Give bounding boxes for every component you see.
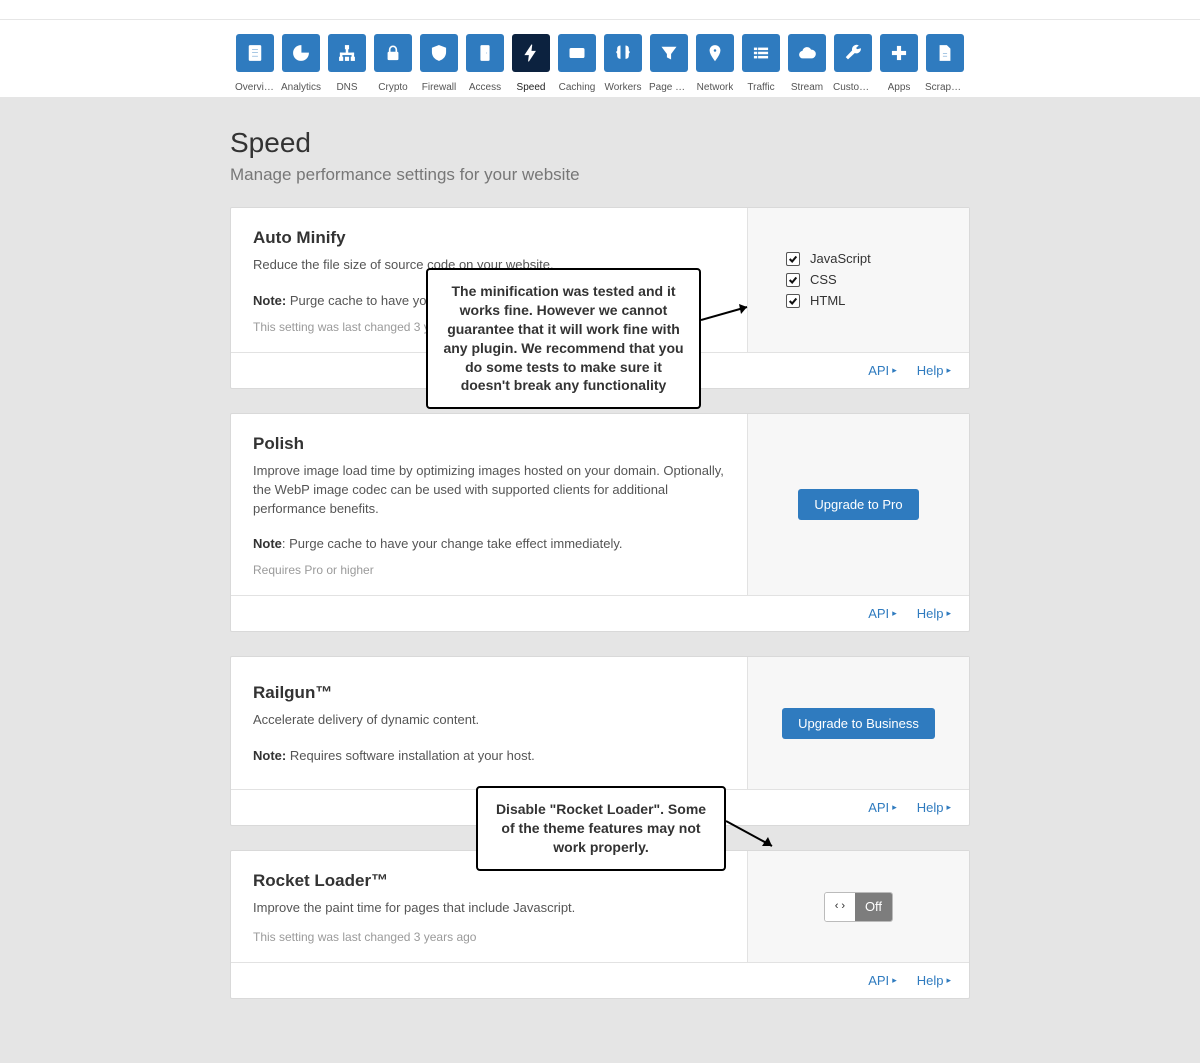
doc-icon[interactable] [926,34,964,72]
nav-item-firewall[interactable]: Firewall [420,34,458,93]
bolt-icon[interactable] [512,34,550,72]
top-bar [0,0,1200,20]
nav-item-overview[interactable]: Overview [236,34,274,93]
shield-icon[interactable] [420,34,458,72]
card-title: Polish [253,434,725,454]
card-footer: API▸ Help▸ [231,595,969,631]
card-title: Rocket Loader™ [253,871,725,891]
wrench-icon[interactable] [834,34,872,72]
pie-icon[interactable] [282,34,320,72]
nav-label: Overview [235,82,275,93]
rocket-loader-toggle[interactable]: ‹› Off [824,892,893,922]
nav-label: Crypto [378,82,407,93]
nav-label: Workers [604,82,641,93]
upgrade-business-button[interactable]: Upgrade to Business [782,708,935,739]
nav-label: Firewall [422,82,456,93]
callout-minify: The minification was tested and it works… [426,268,701,409]
checkbox-row-css: CSS [786,272,871,287]
nav-label: Page Rules [649,82,689,93]
nav-item-access[interactable]: Access [466,34,504,93]
nav-item-network[interactable]: Network [696,34,734,93]
upgrade-pro-button[interactable]: Upgrade to Pro [798,489,918,520]
drawer-icon[interactable] [558,34,596,72]
help-link[interactable]: Help▸ [917,363,951,378]
pin-icon[interactable] [696,34,734,72]
card-meta: Requires Pro or higher [253,563,725,577]
cloud-icon[interactable] [788,34,826,72]
nav-item-apps[interactable]: Apps [880,34,918,93]
plus-icon[interactable] [880,34,918,72]
nav-item-crypto[interactable]: Crypto [374,34,412,93]
api-link[interactable]: API▸ [868,363,897,378]
card-note: Note: Purge cache to have your change ta… [253,536,725,551]
nav-item-workers[interactable]: Workers [604,34,642,93]
checkbox-label: HTML [810,293,845,308]
door-icon[interactable] [466,34,504,72]
checkbox[interactable] [786,294,800,308]
sitemap-icon[interactable] [328,34,366,72]
checkbox[interactable] [786,252,800,266]
nav-label: Analytics [281,82,321,93]
nav-label: Traffic [747,82,774,93]
file-icon[interactable] [236,34,274,72]
lock-icon[interactable] [374,34,412,72]
nav-label: Speed [517,82,546,93]
card-description: Improve the paint time for pages that in… [253,899,725,918]
checkbox-label: JavaScript [810,251,871,266]
nav-label: Caching [559,82,596,93]
card-rocket-loader: Rocket Loader™ Improve the paint time fo… [230,850,970,999]
nav-item-caching[interactable]: Caching [558,34,596,93]
page-background: Speed Manage performance settings for yo… [0,97,1200,1063]
nav-label: Custom P... [833,82,873,93]
nav-item-pagerules[interactable]: Page Rules [650,34,688,93]
nav-item-traffic[interactable]: Traffic [742,34,780,93]
checkbox[interactable] [786,273,800,287]
page-subtitle: Manage performance settings for your web… [230,165,970,185]
card-description: Accelerate delivery of dynamic content. [253,711,725,730]
api-link[interactable]: API▸ [868,606,897,621]
card-description: Improve image load time by optimizing im… [253,462,725,519]
api-link[interactable]: API▸ [868,973,897,988]
api-link[interactable]: API▸ [868,800,897,815]
card-footer: API▸ Help▸ [231,962,969,998]
braces-icon[interactable] [604,34,642,72]
funnel-icon[interactable] [650,34,688,72]
nav-item-customp[interactable]: Custom P... [834,34,872,93]
nav-label: Scrape Shi... [925,82,965,93]
card-polish: Polish Improve image load time by optimi… [230,413,970,633]
nav-label: DNS [336,82,357,93]
page-title: Speed [230,127,970,159]
nav-item-stream[interactable]: Stream [788,34,826,93]
nav-item-speed[interactable]: Speed [512,34,550,93]
primary-nav: Overview Analytics DNS Crypto Firewall Access… [0,20,1200,97]
toggle-icon[interactable]: ‹› [825,893,855,921]
card-meta: This setting was last changed 3 years ag… [253,930,725,944]
checkbox-row-javascript: JavaScript [786,251,871,266]
help-link[interactable]: Help▸ [917,606,951,621]
nav-item-dns[interactable]: DNS [328,34,366,93]
help-link[interactable]: Help▸ [917,973,951,988]
help-link[interactable]: Help▸ [917,800,951,815]
callout-rocket: Disable "Rocket Loader". Some of the the… [476,786,726,871]
nav-item-analytics[interactable]: Analytics [282,34,320,93]
checkbox-label: CSS [810,272,837,287]
card-title: Railgun™ [253,683,725,703]
nav-label: Access [469,82,501,93]
card-title: Auto Minify [253,228,725,248]
page: Speed Manage performance settings for yo… [230,127,970,999]
nav-item-scrape[interactable]: Scrape Shi... [926,34,964,93]
checkbox-row-html: HTML [786,293,871,308]
toggle-off-label[interactable]: Off [855,893,892,921]
nav-label: Stream [791,82,823,93]
nav-label: Apps [888,82,911,93]
nav-label: Network [697,82,734,93]
list-icon[interactable] [742,34,780,72]
card-auto-minify: Auto Minify Reduce the file size of sour… [230,207,970,389]
card-note: Note: Requires software installation at … [253,748,725,763]
